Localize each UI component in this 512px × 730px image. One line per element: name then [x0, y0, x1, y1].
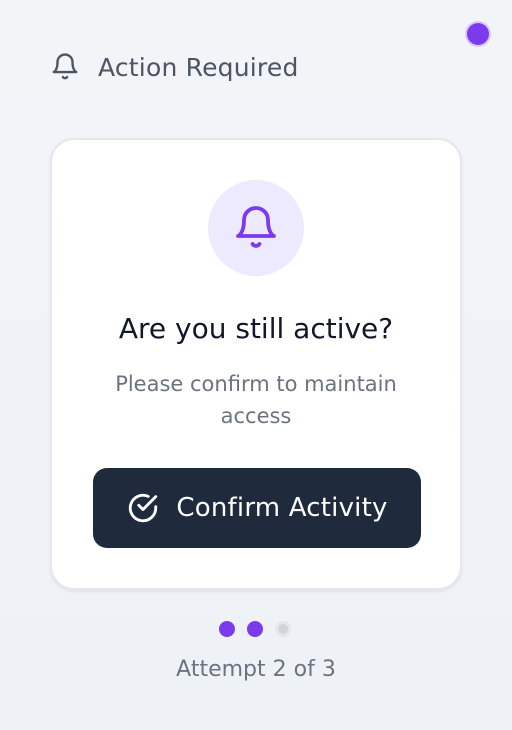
progress-dot-2 — [247, 621, 263, 637]
activity-confirmation-screen: Action Required Are you still active? Pl… — [0, 0, 512, 730]
progress-dot-3 — [275, 621, 291, 637]
attempt-progress-dots — [219, 621, 291, 637]
header: Action Required — [50, 52, 299, 82]
header-title: Action Required — [98, 52, 299, 82]
confirm-activity-button[interactable]: Confirm Activity — [93, 468, 421, 548]
progress-dot-1 — [219, 621, 235, 637]
card-subtitle: Please confirm to maintain access — [115, 372, 397, 428]
confirm-activity-label: Confirm Activity — [176, 493, 388, 523]
status-indicator-dot — [467, 23, 489, 45]
card-title: Are you still active? — [118, 312, 394, 345]
bell-icon — [52, 53, 78, 80]
check-circle-icon — [129, 493, 158, 523]
icon-circle — [208, 180, 304, 276]
confirmation-card: Are you still active? Please confirm to … — [50, 138, 462, 590]
attempt-counter: Attempt 2 of 3 — [176, 657, 336, 682]
bell-icon — [236, 206, 276, 248]
